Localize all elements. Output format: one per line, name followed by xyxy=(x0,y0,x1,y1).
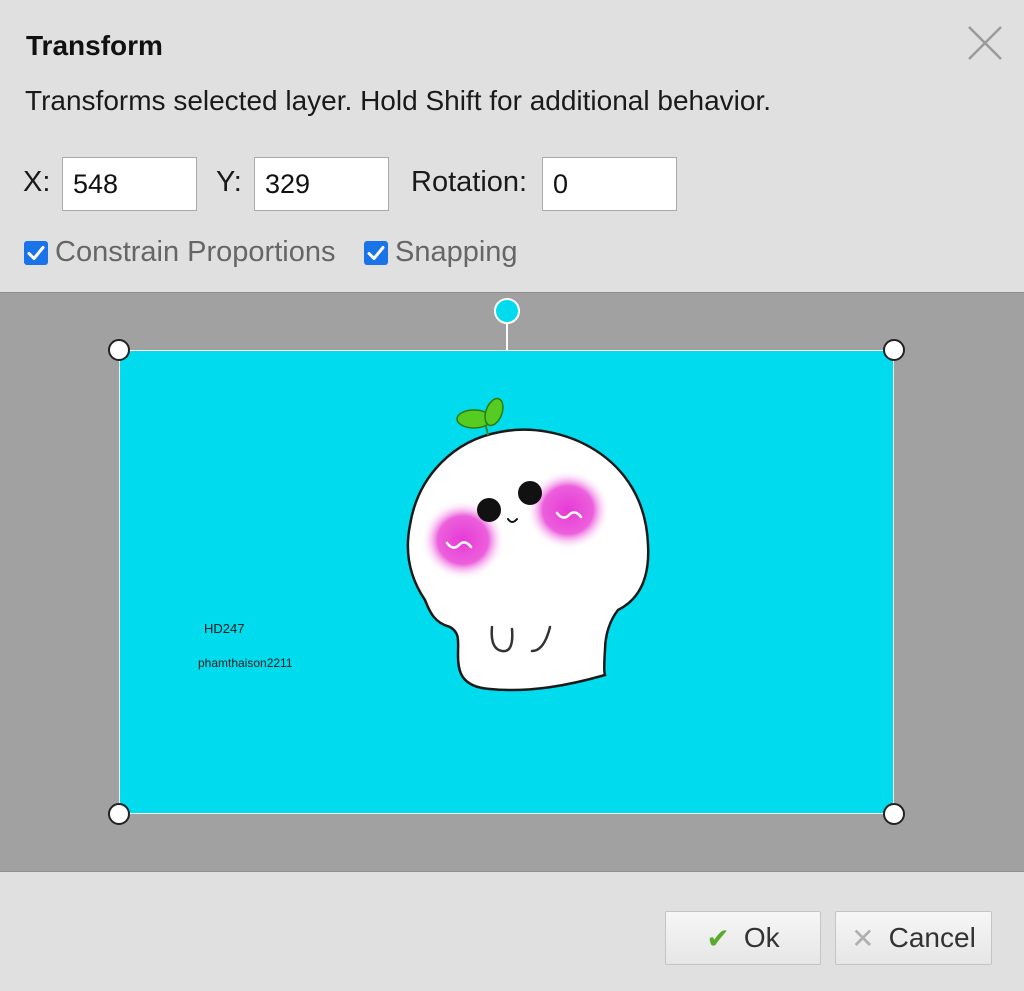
rotation-handle[interactable] xyxy=(494,298,520,324)
x-input[interactable] xyxy=(62,157,197,211)
checkmark-icon xyxy=(367,246,385,260)
snapping-checkbox[interactable] xyxy=(364,241,388,265)
cancel-button-label: Cancel xyxy=(888,922,976,953)
resize-handle-top-left[interactable] xyxy=(108,339,130,361)
dialog-title: Transform xyxy=(26,30,163,61)
checkmark-icon: ✔ xyxy=(706,922,730,954)
checkmark-icon xyxy=(27,246,45,260)
resize-handle-bottom-left[interactable] xyxy=(108,803,130,825)
x-icon: ✕ xyxy=(851,922,875,954)
rotation-connector xyxy=(506,323,508,350)
y-label: Y: xyxy=(216,166,242,198)
layer-text-author: phamthaison2211 xyxy=(198,656,293,670)
close-icon xyxy=(968,26,1002,60)
layer-text-hd247: HD247 xyxy=(204,621,245,636)
close-button[interactable] xyxy=(964,22,1006,64)
dialog-description: Transforms selected layer. Hold Shift fo… xyxy=(25,85,772,116)
ok-button[interactable]: ✔ Ok xyxy=(665,911,821,965)
x-label: X: xyxy=(23,166,51,198)
snapping-label[interactable]: Snapping xyxy=(395,236,518,269)
constrain-proportions-checkbox[interactable] xyxy=(24,241,48,265)
ok-button-label: Ok xyxy=(743,922,780,953)
cancel-button[interactable]: ✕ Cancel xyxy=(835,911,992,965)
y-input[interactable] xyxy=(254,157,389,211)
mascot-illustration xyxy=(406,397,650,692)
rotation-input[interactable] xyxy=(542,157,677,211)
resize-handle-bottom-right[interactable] xyxy=(883,803,905,825)
constrain-proportions-label[interactable]: Constrain Proportions xyxy=(55,236,335,269)
rotation-label: Rotation: xyxy=(411,166,528,198)
resize-handle-top-right[interactable] xyxy=(883,339,905,361)
